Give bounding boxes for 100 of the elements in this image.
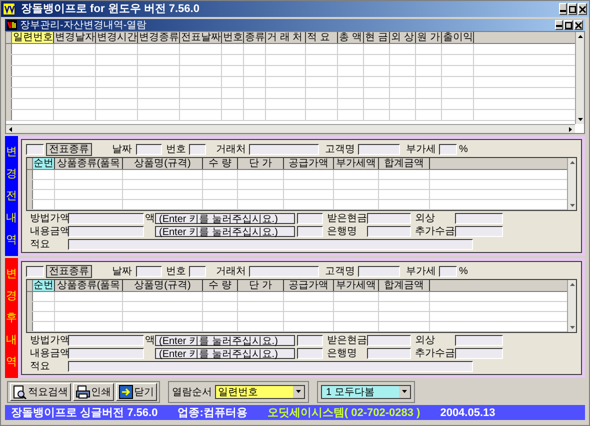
- field-label: 받은현금: [327, 212, 367, 224]
- status-text: 업종:컴퓨터용: [178, 406, 248, 418]
- column-header[interactable]: 원 가: [416, 32, 442, 43]
- column-header[interactable]: 순번: [33, 158, 55, 169]
- input-field[interactable]: [297, 334, 323, 346]
- vertical-scrollbar[interactable]: [575, 32, 584, 124]
- minimize-icon: [560, 10, 566, 12]
- hint-field[interactable]: (Enter 키를 눌러주십시요.): [155, 348, 295, 358]
- input-field[interactable]: [136, 144, 162, 155]
- exit-icon: [119, 385, 133, 399]
- vertical-scrollbar[interactable]: [567, 158, 576, 210]
- voucher-type-button[interactable]: 전표종류: [46, 143, 92, 156]
- sort-dropdown[interactable]: 일련번호: [215, 385, 305, 399]
- hint-field[interactable]: (Enter 키를 눌러주십시요.): [155, 212, 295, 224]
- input-field[interactable]: [297, 348, 323, 358]
- column-header[interactable]: 종류: [244, 32, 266, 43]
- input-field[interactable]: [68, 212, 144, 224]
- field-label: 은행명: [327, 226, 358, 236]
- field-label: 내용금액: [30, 226, 68, 236]
- status-text: 오딧세이시스템( 02-702-0283 ): [267, 406, 420, 418]
- column-header[interactable]: 외 상: [390, 32, 416, 43]
- minimize-button[interactable]: [555, 20, 563, 30]
- input-field[interactable]: [367, 212, 411, 224]
- vertical-scrollbar[interactable]: [567, 280, 576, 332]
- input-field[interactable]: [358, 144, 400, 155]
- field-label: 부가세: [406, 144, 436, 155]
- view-dropdown[interactable]: 1 모두다봄: [321, 385, 411, 399]
- field-label: 외상: [415, 212, 436, 224]
- column-header[interactable]: 변경시간: [96, 32, 138, 43]
- printer-icon: [76, 385, 90, 399]
- column-header[interactable]: 변경종류: [138, 32, 180, 43]
- column-header[interactable]: 적 요: [306, 32, 338, 43]
- column-header[interactable]: 부가세액: [334, 158, 379, 169]
- column-header[interactable]: 거 래 처: [266, 32, 306, 43]
- input-field[interactable]: [189, 266, 206, 277]
- field-label: 액: [145, 212, 155, 224]
- field-label: 적요: [30, 238, 51, 250]
- input-field[interactable]: [455, 348, 503, 358]
- input-field[interactable]: [249, 144, 319, 155]
- column-header[interactable]: 상품종류(품목: [55, 280, 123, 291]
- close-icon: [579, 6, 586, 12]
- input-field[interactable]: [367, 334, 411, 346]
- field-label: 적요: [30, 360, 51, 372]
- field-label: 날짜: [112, 144, 132, 155]
- input-field[interactable]: [68, 348, 144, 358]
- input-field[interactable]: [455, 226, 503, 236]
- horizontal-scrollbar[interactable]: [6, 124, 575, 133]
- sort-label: 열람순서: [172, 386, 212, 398]
- field-label: 부가세: [406, 266, 436, 277]
- field-label: 고객명: [325, 144, 355, 155]
- column-header[interactable]: 부가세액: [334, 280, 379, 291]
- status-text: 장돌뱅이프로 싱글버전 7.56.0: [11, 406, 158, 418]
- input-field[interactable]: [68, 226, 144, 236]
- column-header[interactable]: 순번: [33, 280, 55, 291]
- input-field[interactable]: [367, 348, 411, 358]
- column-header[interactable]: 일련번호: [12, 32, 54, 43]
- input-field[interactable]: [68, 360, 473, 372]
- column-header[interactable]: 총 액: [338, 32, 364, 43]
- input-field[interactable]: [439, 144, 457, 155]
- input-field[interactable]: [26, 144, 44, 155]
- input-field[interactable]: [439, 266, 457, 277]
- input-field[interactable]: [297, 226, 323, 236]
- column-header[interactable]: 상품종류(품목: [55, 158, 123, 169]
- input-field[interactable]: [455, 212, 503, 224]
- field-label: 받은현금: [327, 334, 367, 346]
- input-field[interactable]: [68, 238, 473, 250]
- toolbar-button[interactable]: 닫기: [116, 383, 157, 401]
- minimize-button[interactable]: [559, 3, 567, 15]
- column-header[interactable]: 변경날자: [54, 32, 96, 43]
- column-header[interactable]: 번호: [222, 32, 244, 43]
- input-field[interactable]: [26, 266, 44, 277]
- input-field[interactable]: [189, 144, 206, 155]
- column-header[interactable]: 전표날짜: [180, 32, 222, 43]
- toolbar-button[interactable]: 인쇄: [73, 383, 114, 401]
- status-text: 2004.05.13: [440, 406, 496, 418]
- input-field[interactable]: [455, 334, 503, 346]
- field-label: 내용금액: [30, 348, 68, 358]
- input-field[interactable]: [136, 266, 162, 277]
- input-field[interactable]: [358, 266, 400, 277]
- voucher-type-button[interactable]: 전표종류: [46, 265, 92, 278]
- input-field[interactable]: [367, 226, 411, 236]
- input-field[interactable]: [68, 334, 144, 346]
- column-header[interactable]: 현 금: [364, 32, 390, 43]
- toolbar-button[interactable]: 적요검색: [10, 383, 71, 401]
- field-label: 추가수금: [415, 226, 455, 236]
- hint-field[interactable]: (Enter 키를 눌러주십시요.): [155, 226, 295, 236]
- field-label: 추가수금: [415, 348, 455, 358]
- input-field[interactable]: [249, 266, 319, 277]
- close-button[interactable]: [574, 20, 583, 30]
- search-icon: [13, 385, 27, 399]
- input-field[interactable]: [297, 212, 323, 224]
- hint-field[interactable]: (Enter 키를 눌러주십시요.): [155, 334, 295, 346]
- field-label: 거래처: [216, 266, 246, 277]
- field-label: 은행명: [327, 348, 358, 358]
- field-label: 날짜: [112, 266, 132, 277]
- maximize-button[interactable]: [564, 20, 573, 30]
- column-header[interactable]: 출이익: [442, 32, 474, 43]
- minimize-icon: [556, 25, 562, 27]
- section-label: 변경후내역: [6, 267, 17, 370]
- field-label: 고객명: [325, 266, 355, 277]
